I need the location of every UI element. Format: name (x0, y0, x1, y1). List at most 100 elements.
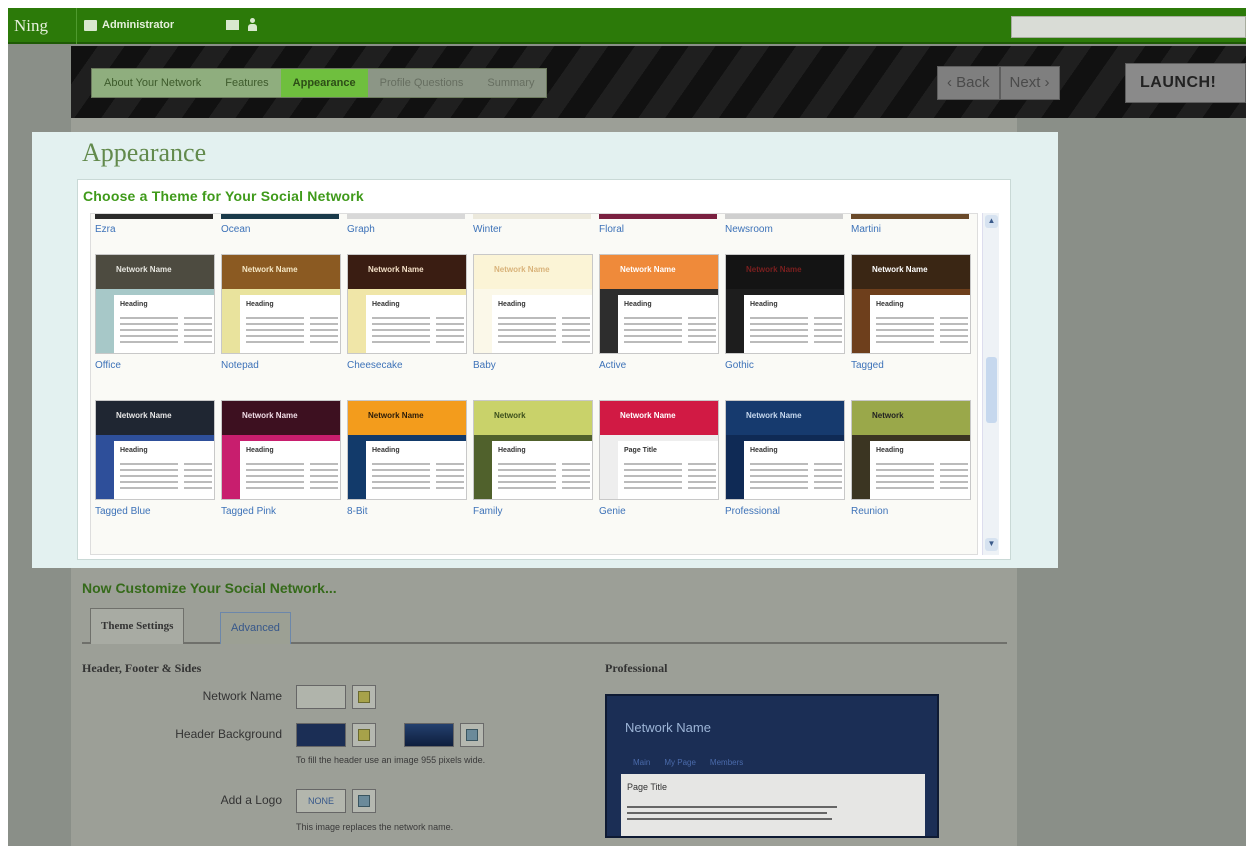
thumbnail-body: Heading (366, 441, 466, 499)
theme-thumbnail-partial[interactable] (221, 214, 339, 219)
preview-nav-main: Main (633, 758, 651, 767)
thumbnail-network-name: Network Name (368, 265, 424, 274)
scroll-down-icon[interactable]: ▼ (985, 538, 998, 551)
theme-label[interactable]: Cheesecake (347, 360, 403, 371)
theme-thumbnail[interactable]: Network Name Heading (221, 254, 341, 354)
thumbnail-heading: Heading (372, 301, 400, 308)
header-image-button[interactable] (460, 723, 484, 747)
theme-thumbnail[interactable]: Network Name Heading (221, 400, 341, 500)
theme-label[interactable]: Tagged Blue (95, 506, 151, 517)
back-button[interactable]: ‹ Back (937, 66, 1000, 100)
thumbnail-text-line (876, 329, 934, 331)
next-button[interactable]: Next › (999, 66, 1060, 100)
theme-label[interactable]: Genie (599, 506, 626, 517)
theme-scrollbar[interactable]: ▲ ▼ (982, 213, 999, 555)
theme-label[interactable]: Reunion (851, 506, 888, 517)
theme-label[interactable]: Floral (599, 224, 624, 235)
image-icon (466, 729, 478, 741)
launch-button[interactable]: LAUNCH! (1125, 63, 1246, 103)
theme-label[interactable]: Newsroom (725, 224, 773, 235)
logo-none-box[interactable]: NONE (296, 789, 346, 813)
step-appearance[interactable]: Appearance (280, 69, 368, 97)
logo-image-button[interactable] (352, 789, 376, 813)
network-name-color-swatch[interactable] (296, 685, 346, 709)
theme-label[interactable]: Tagged (851, 360, 884, 371)
theme-thumbnail[interactable]: Network Name Heading (95, 254, 215, 354)
header-background-color-swatch[interactable] (296, 723, 346, 747)
thumbnail-text-line (624, 475, 682, 477)
theme-thumbnail[interactable]: Network Heading (473, 400, 593, 500)
step-about-your-network[interactable]: About Your Network (92, 69, 214, 97)
theme-thumbnail[interactable]: Network Name Heading (725, 254, 845, 354)
person-icon[interactable] (248, 18, 257, 31)
thumbnail-text-line (184, 469, 212, 471)
preview-nav: Main My Page Members (633, 758, 743, 767)
theme-label[interactable]: Active (599, 360, 626, 371)
scroll-thumb[interactable] (986, 357, 997, 423)
thumbnail-header: Network Name (96, 255, 214, 289)
theme-label[interactable]: Ezra (95, 224, 116, 235)
header-background-image-swatch[interactable] (404, 723, 454, 747)
thumbnail-text-line (310, 463, 338, 465)
top-bar: Ning Administrator (8, 8, 1246, 44)
theme-thumbnail-partial[interactable] (347, 214, 465, 219)
theme-label[interactable]: Professional (725, 506, 780, 517)
thumbnail-text-line (688, 317, 716, 319)
theme-thumbnail[interactable]: Network Name Heading (725, 400, 845, 500)
thumbnail-text-line (372, 329, 430, 331)
theme-thumbnail-partial[interactable] (725, 214, 843, 219)
theme-grid[interactable]: Ezra Ocean Graph Winter Floral Newsroom Martin… (90, 213, 978, 555)
thumbnail-text-line (498, 323, 556, 325)
search-input[interactable] (1011, 16, 1246, 38)
theme-thumbnail[interactable]: Network Name Heading (95, 400, 215, 500)
thumbnail-heading: Heading (498, 301, 526, 308)
preview-text-line (627, 806, 837, 808)
step-profile-questions[interactable]: Profile Questions (367, 69, 476, 97)
theme-label[interactable]: 8-Bit (347, 506, 368, 517)
theme-thumbnail[interactable]: Network Name Heading (473, 254, 593, 354)
theme-thumbnail-partial[interactable] (95, 214, 213, 219)
theme-label[interactable]: Notepad (221, 360, 259, 371)
theme-thumbnail-partial[interactable] (851, 214, 969, 219)
thumbnail-text-line (436, 475, 464, 477)
mail-icon[interactable] (226, 20, 239, 30)
scroll-up-icon[interactable]: ▲ (985, 215, 998, 228)
thumbnail-text-line (120, 323, 178, 325)
step-features[interactable]: Features (213, 69, 281, 97)
theme-thumbnail[interactable]: Network Name Heading (347, 400, 467, 500)
theme-label[interactable]: Office (95, 360, 121, 371)
theme-label[interactable]: Family (473, 506, 502, 517)
theme-thumbnail-partial[interactable] (473, 214, 591, 219)
network-name-label: Network Name (202, 689, 282, 703)
theme-label[interactable]: Ocean (221, 224, 250, 235)
theme-label[interactable]: Gothic (725, 360, 754, 371)
tab-theme-settings[interactable]: Theme Settings (90, 608, 185, 644)
tab-advanced[interactable]: Advanced (220, 612, 291, 644)
thumbnail-text-line (184, 323, 212, 325)
theme-thumbnail[interactable]: Network Heading (851, 400, 971, 500)
administrator-label: Administrator (102, 19, 175, 31)
network-name-color-picker-button[interactable] (352, 685, 376, 709)
administrator-menu[interactable]: Administrator (84, 19, 174, 31)
theme-thumbnail[interactable]: Network Name Heading (851, 254, 971, 354)
thumbnail-body: Heading (114, 441, 214, 499)
header-color-picker-button[interactable] (352, 723, 376, 747)
thumbnail-text-line (624, 341, 682, 343)
step-summary[interactable]: Summary (475, 69, 547, 97)
theme-label[interactable]: Tagged Pink (221, 506, 276, 517)
theme-label[interactable]: Martini (851, 224, 881, 235)
theme-thumbnail[interactable]: Network Name Page Title (599, 400, 719, 500)
theme-label[interactable]: Graph (347, 224, 375, 235)
thumbnail-text-line (310, 341, 338, 343)
theme-thumbnail-partial[interactable] (599, 214, 717, 219)
theme-label[interactable]: Winter (473, 224, 502, 235)
theme-thumbnail[interactable]: Network Name Heading (599, 254, 719, 354)
thumbnail-text-line (184, 487, 212, 489)
theme-thumbnail[interactable]: Network Name Heading (347, 254, 467, 354)
ning-logo[interactable]: Ning (14, 16, 48, 36)
thumbnail-text-line (436, 481, 464, 483)
thumbnail-text-line (246, 341, 304, 343)
logo-divider (76, 8, 77, 44)
theme-label[interactable]: Baby (473, 360, 496, 371)
thumbnail-body: Heading (492, 441, 592, 499)
